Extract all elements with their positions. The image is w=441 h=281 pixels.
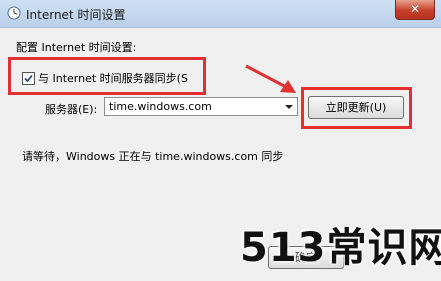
server-select[interactable]: time.windows.com <box>104 97 298 116</box>
server-select-value: time.windows.com <box>109 100 212 113</box>
title-bar: Internet 时间设置 ✕ <box>0 0 441 28</box>
settings-heading: 配置 Internet 时间设置: <box>16 41 137 54</box>
window-title: Internet 时间设置 <box>26 8 126 22</box>
close-button[interactable]: ✕ <box>395 0 435 20</box>
sync-checkbox[interactable] <box>22 71 35 85</box>
close-icon: ✕ <box>409 2 421 16</box>
server-label: 服务器(E): <box>45 103 98 116</box>
sync-status-text: 请等待，Windows 正在与 time.windows.com 同步 <box>22 150 284 163</box>
red-arrow-icon <box>245 64 296 93</box>
check-icon <box>24 74 33 82</box>
sync-checkbox-label: 与 Internet 时间服务器同步(S <box>38 72 188 85</box>
clock-icon <box>7 6 21 20</box>
chevron-down-icon[interactable] <box>285 105 293 109</box>
update-now-button[interactable]: 立即更新(U) <box>308 96 404 119</box>
sync-checkbox-row[interactable]: 与 Internet 时间服务器同步(S <box>22 70 188 86</box>
site-watermark: 513常识网 <box>240 225 441 271</box>
